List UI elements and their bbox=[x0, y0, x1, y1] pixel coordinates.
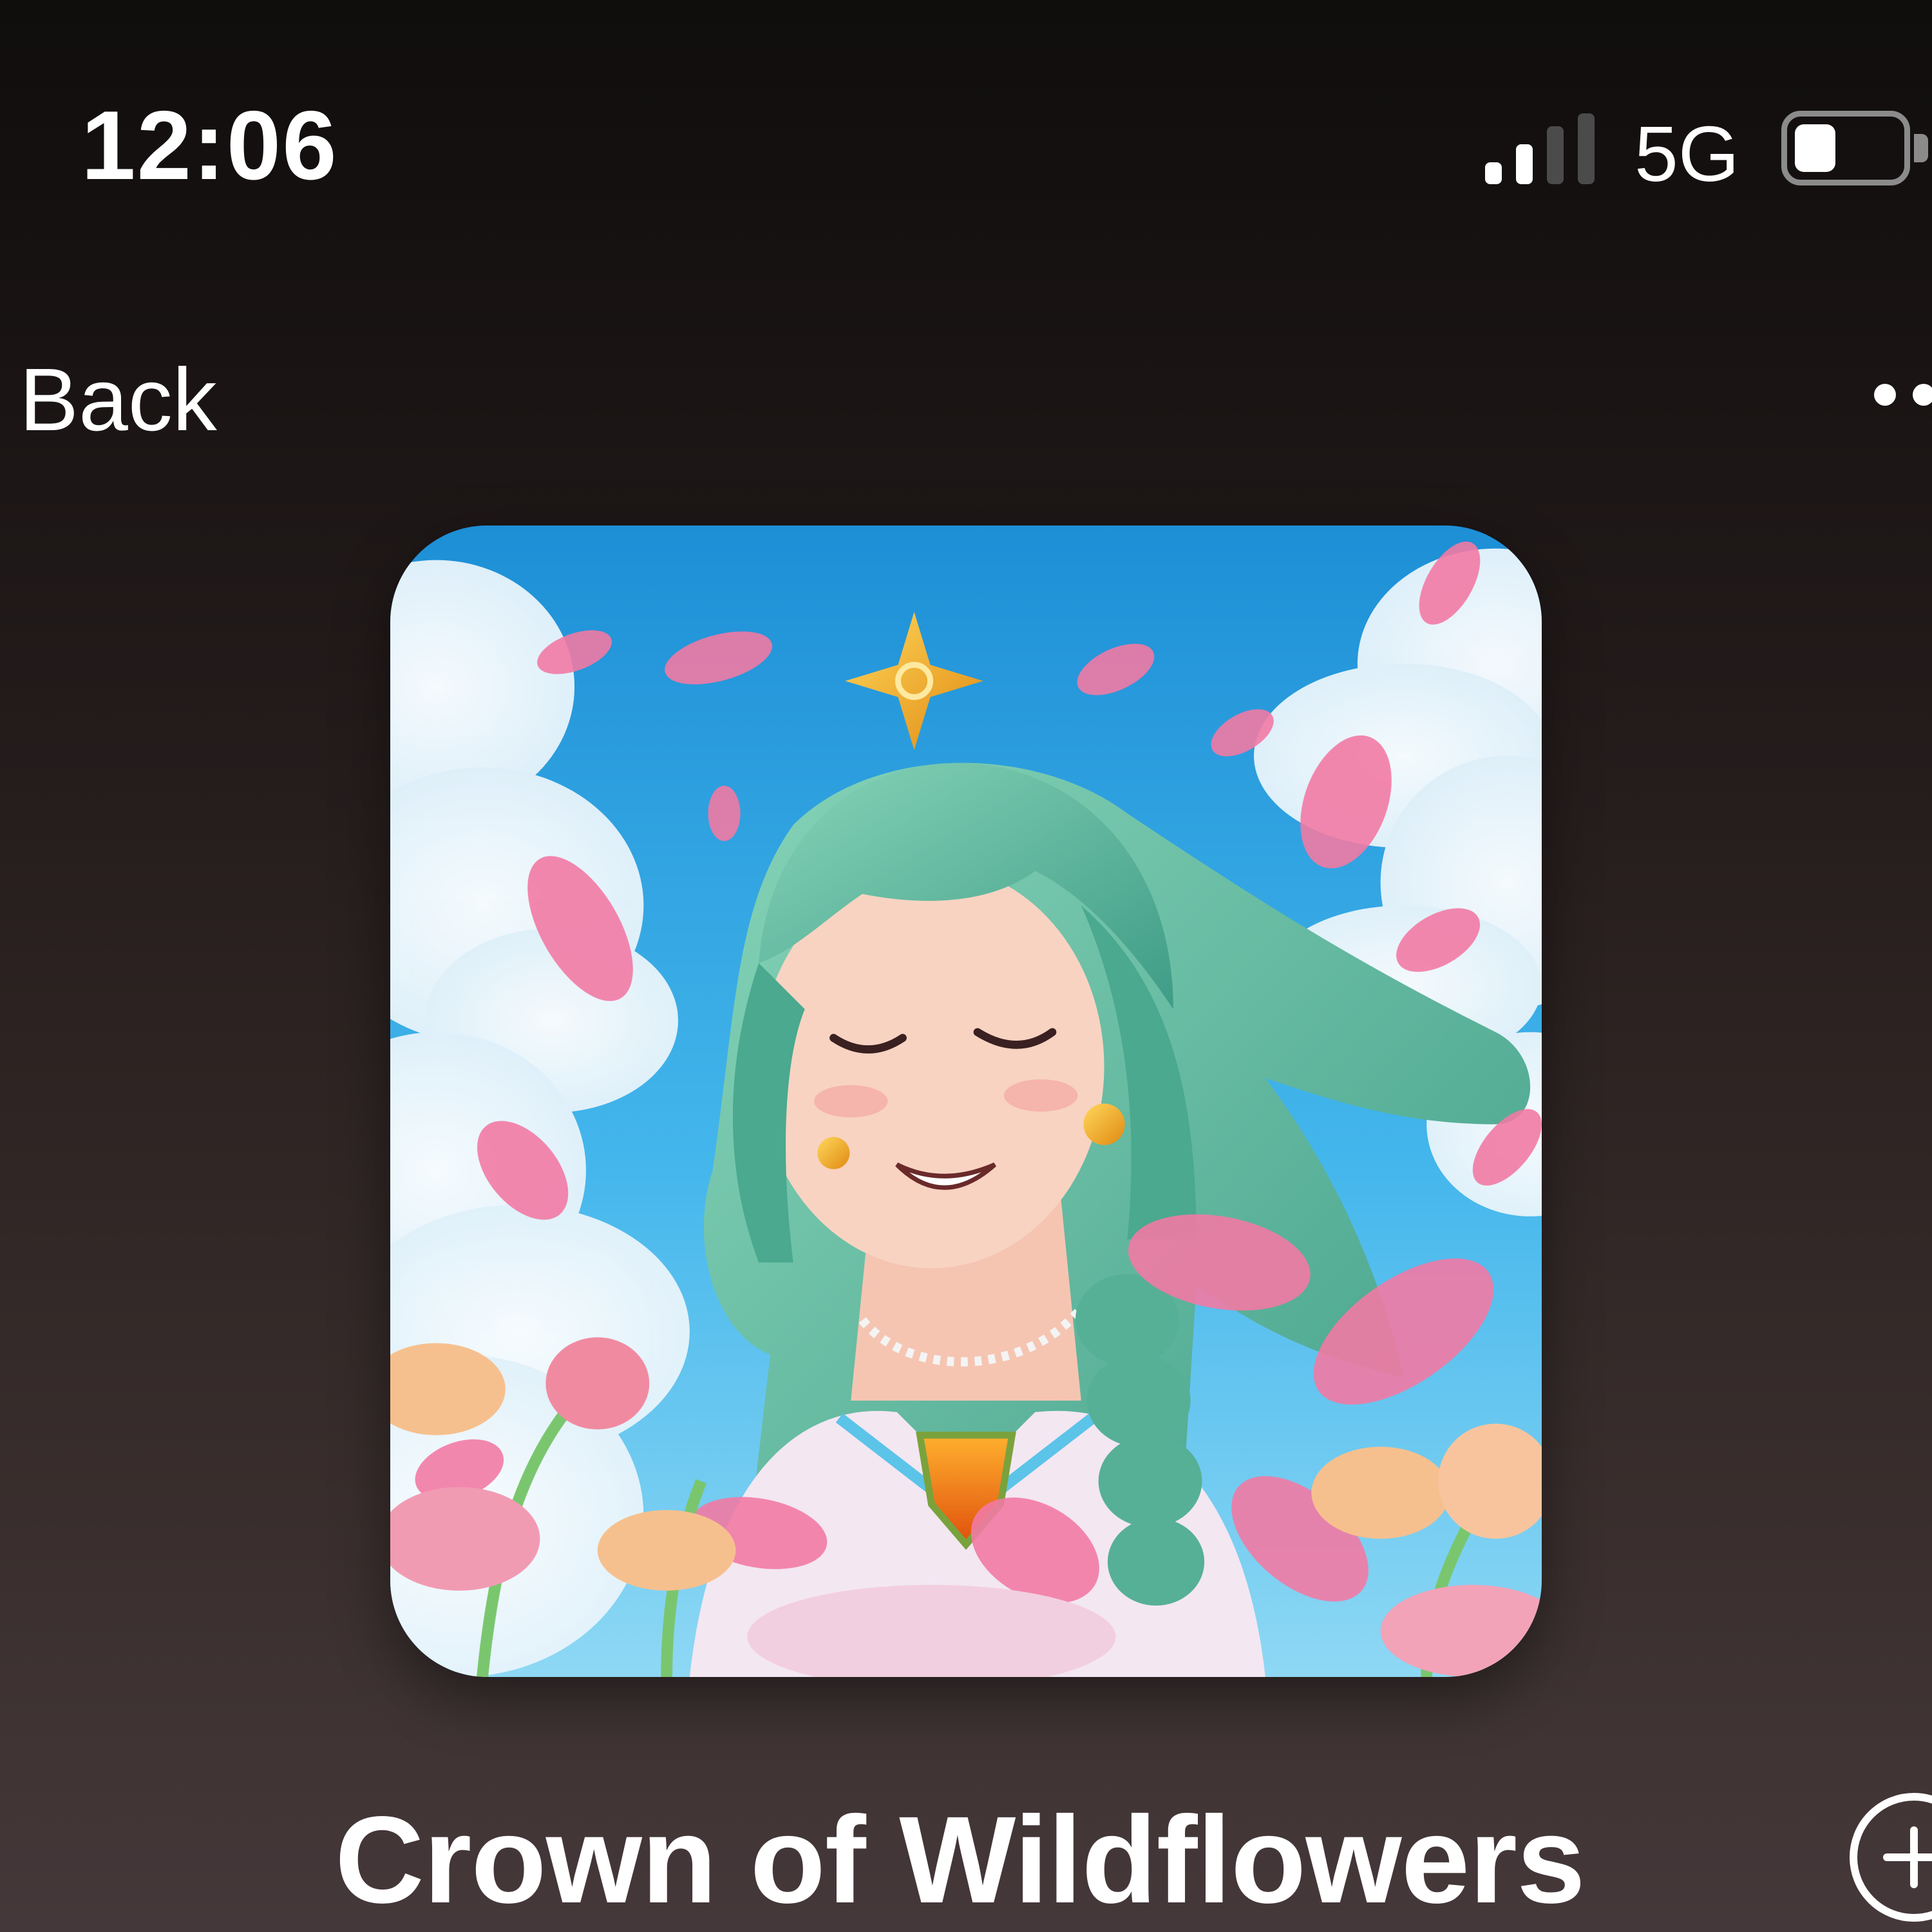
battery-icon bbox=[1781, 111, 1910, 185]
ellipsis-icon[interactable] bbox=[1868, 384, 1932, 410]
signal-bar bbox=[1485, 162, 1502, 184]
artwork-illustration bbox=[390, 526, 1542, 1677]
ellipsis-dot bbox=[1913, 384, 1932, 406]
battery-level bbox=[1795, 124, 1835, 172]
plus-horizontal bbox=[1883, 1853, 1932, 1861]
signal-bar bbox=[1516, 144, 1533, 184]
cellular-signal-icon bbox=[1485, 113, 1601, 184]
plus-vertical bbox=[1910, 1826, 1918, 1888]
status-time: 12:06 bbox=[81, 91, 338, 200]
back-button[interactable]: Back bbox=[19, 355, 217, 444]
ellipsis-dot bbox=[1874, 384, 1896, 406]
signal-bar bbox=[1547, 126, 1564, 184]
add-circle-icon[interactable] bbox=[1850, 1793, 1932, 1922]
signal-bar bbox=[1578, 113, 1595, 184]
now-playing-screen: 12:06 5G Back Crown of Wildflowers bbox=[0, 0, 1932, 1932]
track-title: Crown of Wildflowers bbox=[335, 1790, 1586, 1929]
battery-cap bbox=[1914, 134, 1928, 162]
album-artwork[interactable] bbox=[390, 526, 1542, 1677]
network-type: 5G bbox=[1634, 110, 1739, 198]
